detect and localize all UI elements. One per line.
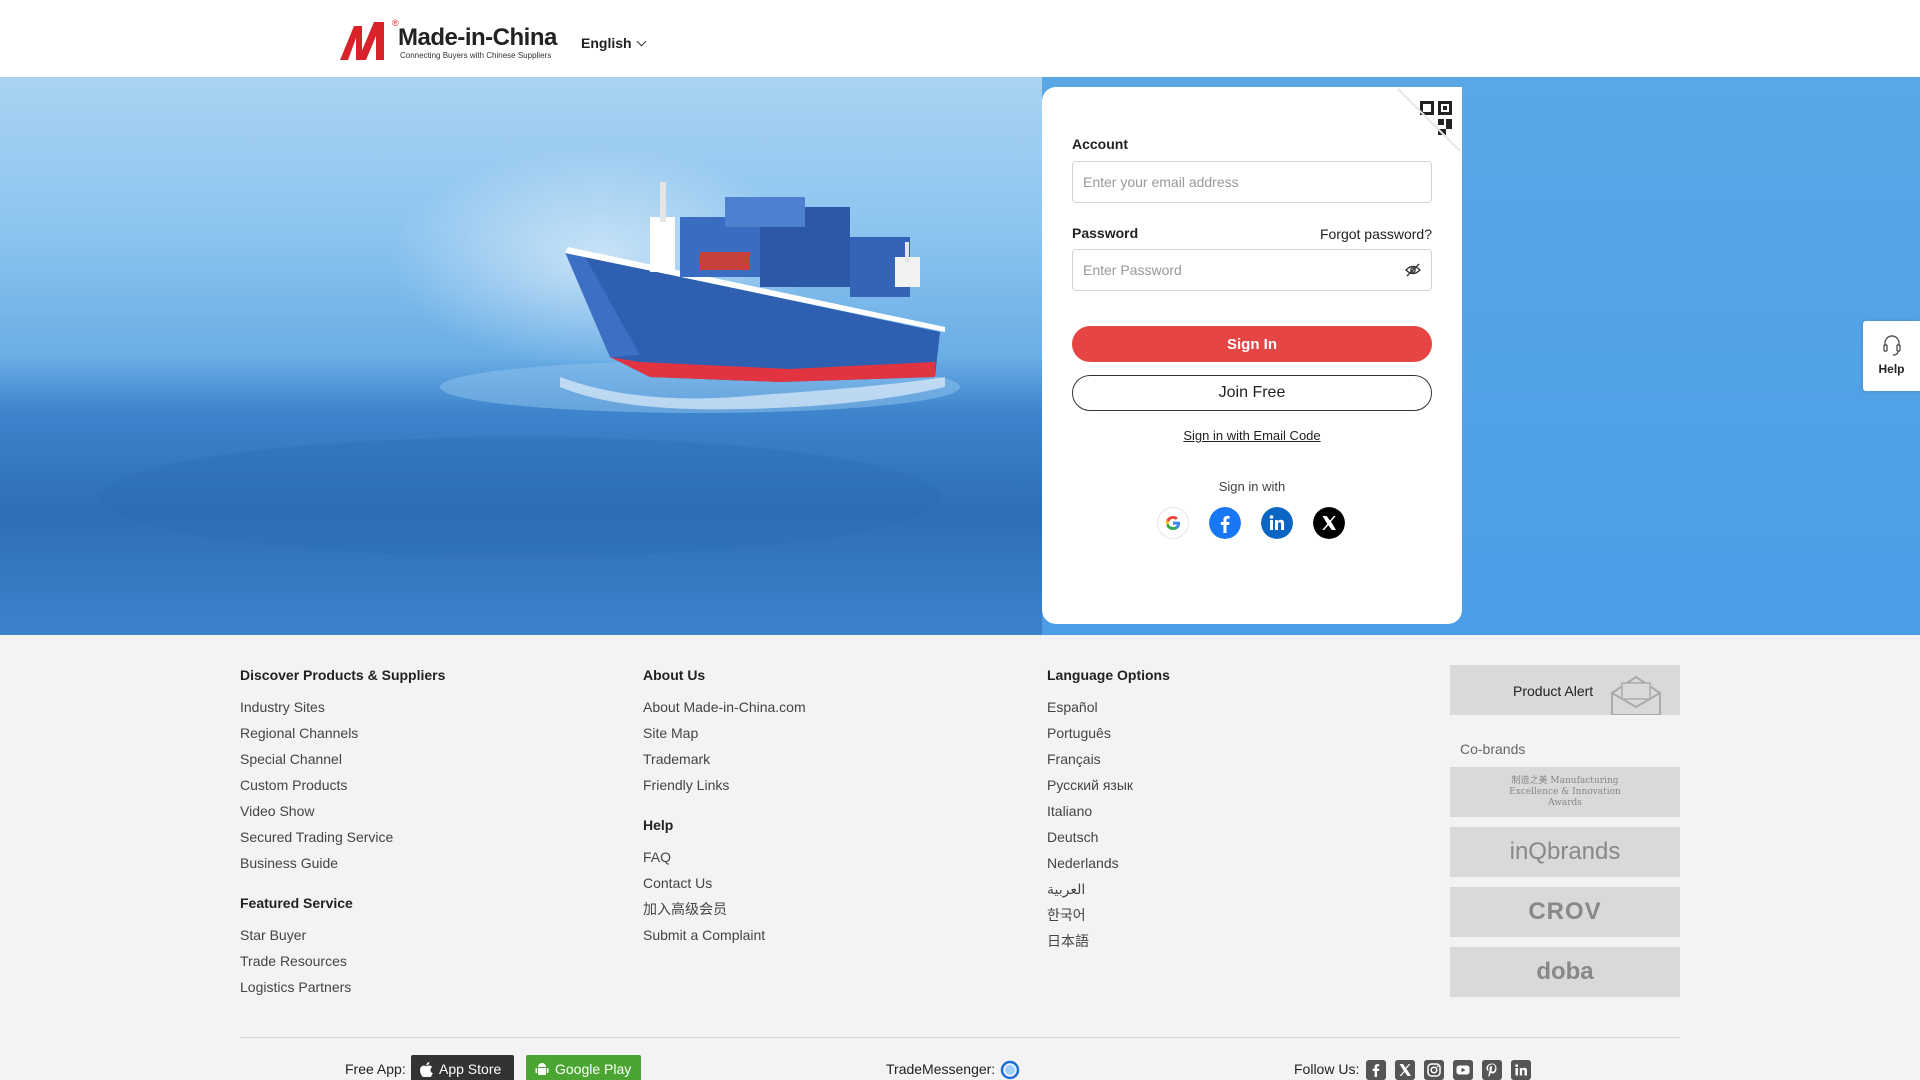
language-link[interactable]: Français [1047, 750, 1170, 776]
footer-link[interactable]: About Made-in-China.com [643, 698, 806, 724]
cobrand-crov[interactable]: CROV [1450, 887, 1680, 937]
container-ship-photo [0, 77, 1042, 635]
chevron-down-icon [636, 36, 647, 46]
product-alert-button[interactable]: Product Alert [1450, 665, 1680, 715]
language-link[interactable]: Español [1047, 698, 1170, 724]
logo-tagline: Connecting Buyers with Chinese Suppliers [400, 51, 552, 60]
site-logo[interactable]: ® Made-in-China Connecting Buyers with C… [340, 18, 560, 64]
footer-link[interactable]: Logistics Partners [240, 978, 445, 1004]
top-header: ® Made-in-China Connecting Buyers with C… [0, 0, 1920, 77]
cobrand-manufacturing-excellence[interactable]: 制造之美 Manufacturing Excellence & Innovati… [1450, 767, 1680, 817]
pinterest-icon[interactable] [1482, 1060, 1502, 1080]
footer-link[interactable]: Friendly Links [643, 776, 806, 802]
free-app-label: Free App: [345, 1061, 406, 1077]
account-field-box [1072, 161, 1432, 203]
instagram-icon[interactable] [1424, 1060, 1444, 1080]
headset-icon [1883, 335, 1901, 356]
logo-m-icon [340, 22, 384, 60]
qr-code-login-icon[interactable] [1396, 87, 1462, 153]
google-play-label: Google Play [555, 1061, 632, 1077]
youtube-icon[interactable] [1453, 1060, 1473, 1080]
footer-link[interactable]: 加入高级会员 [643, 900, 806, 926]
footer-link[interactable]: Star Buyer [240, 926, 445, 952]
app-store-button[interactable]: App Store [411, 1055, 514, 1080]
password-field-box [1072, 249, 1432, 291]
language-selector[interactable]: English [581, 35, 647, 51]
cobrand-inqbrands[interactable]: inQbrands [1450, 827, 1680, 877]
cobrands-heading: Co-brands [1460, 741, 1526, 757]
linkedin-icon[interactable] [1261, 507, 1293, 539]
facebook-icon[interactable] [1366, 1060, 1386, 1080]
footer-link[interactable]: Contact Us [643, 874, 806, 900]
cobrand-label: 制造之美 Manufacturing Excellence & Innovati… [1509, 775, 1621, 808]
sign-in-with-label: Sign in with [1218, 479, 1286, 494]
trade-messenger-icon[interactable] [1000, 1060, 1020, 1080]
help-floating-button[interactable]: Help [1863, 321, 1920, 391]
follow-us-label: Follow Us: [1294, 1061, 1360, 1077]
join-free-button[interactable]: Join Free [1072, 375, 1432, 411]
footer-link[interactable]: Trademark [643, 750, 806, 776]
footer-heading-languages: Language Options [1047, 667, 1170, 683]
footer-link[interactable]: Site Map [643, 724, 806, 750]
footer-col-languages: Language Options Español Português Franç… [1047, 667, 1170, 958]
cobrand-label: CROV [1528, 898, 1602, 925]
x-icon[interactable] [1395, 1060, 1415, 1080]
hero-banner [0, 77, 1920, 635]
language-link[interactable]: Deutsch [1047, 828, 1170, 854]
language-link[interactable]: Italiano [1047, 802, 1170, 828]
cobrand-label: inQbrands [1509, 838, 1621, 865]
trade-messenger-label: TradeMessenger: [886, 1061, 996, 1077]
page-footer: Discover Products & Suppliers Industry S… [0, 635, 1920, 1080]
footer-link[interactable]: Trade Resources [240, 952, 445, 978]
account-label: Account [1072, 136, 1128, 152]
footer-col-discover: Discover Products & Suppliers Industry S… [240, 667, 445, 1004]
sign-in-button[interactable]: Sign In [1072, 326, 1432, 362]
x-icon[interactable] [1313, 507, 1345, 539]
language-link[interactable]: Português [1047, 724, 1170, 750]
language-label: English [581, 35, 632, 51]
footer-link[interactable]: FAQ [643, 848, 806, 874]
cobrand-doba[interactable]: doba [1450, 947, 1680, 997]
footer-link[interactable]: Custom Products [240, 776, 445, 802]
logo-text: Made-in-China [398, 24, 557, 51]
eye-hidden-icon[interactable] [1405, 263, 1421, 277]
language-link[interactable]: 한국어 [1047, 906, 1170, 932]
footer-link[interactable]: Special Channel [240, 750, 445, 776]
social-login-row [1157, 507, 1347, 539]
footer-link[interactable]: Business Guide [240, 854, 445, 880]
email-code-signin-link[interactable]: Sign in with Email Code [1042, 428, 1462, 443]
language-link[interactable]: 日本語 [1047, 932, 1170, 958]
product-alert-label: Product Alert [1513, 683, 1594, 699]
footer-heading-discover: Discover Products & Suppliers [240, 667, 446, 683]
footer-heading-featured: Featured Service [240, 895, 353, 911]
password-label: Password [1072, 225, 1139, 241]
cobrand-label: doba [1536, 958, 1594, 985]
password-input[interactable] [1073, 250, 1431, 290]
forgot-password-link[interactable]: Forgot password? [1320, 226, 1432, 242]
language-link[interactable]: Русский язык [1047, 776, 1170, 802]
help-label: Help [1878, 362, 1905, 376]
footer-link[interactable]: Regional Channels [240, 724, 445, 750]
footer-bottom-row: Free App: App Store Google Play TradeMes… [0, 1055, 1920, 1080]
linkedin-icon[interactable] [1511, 1060, 1531, 1080]
language-link[interactable]: Nederlands [1047, 854, 1170, 880]
language-link[interactable]: العربية [1047, 880, 1170, 906]
footer-heading-about: About Us [643, 667, 706, 683]
footer-link[interactable]: Video Show [240, 802, 445, 828]
apple-icon [420, 1061, 433, 1077]
login-card: Account Password Forgot password? Sign I… [1042, 87, 1462, 624]
footer-link[interactable]: Industry Sites [240, 698, 445, 724]
footer-link[interactable]: Secured Trading Service [240, 828, 445, 854]
facebook-icon[interactable] [1209, 507, 1241, 539]
google-icon[interactable] [1157, 507, 1189, 539]
google-play-button[interactable]: Google Play [526, 1055, 641, 1080]
footer-heading-help: Help [643, 817, 674, 833]
footer-divider [240, 1037, 1680, 1038]
account-input[interactable] [1073, 162, 1431, 202]
footer-link[interactable]: Submit a Complaint [643, 926, 806, 952]
app-store-label: App Store [439, 1061, 502, 1077]
envelope-icon [1611, 675, 1661, 715]
android-icon [535, 1062, 549, 1075]
footer-col-about: About Us About Made-in-China.com Site Ma… [643, 667, 806, 952]
